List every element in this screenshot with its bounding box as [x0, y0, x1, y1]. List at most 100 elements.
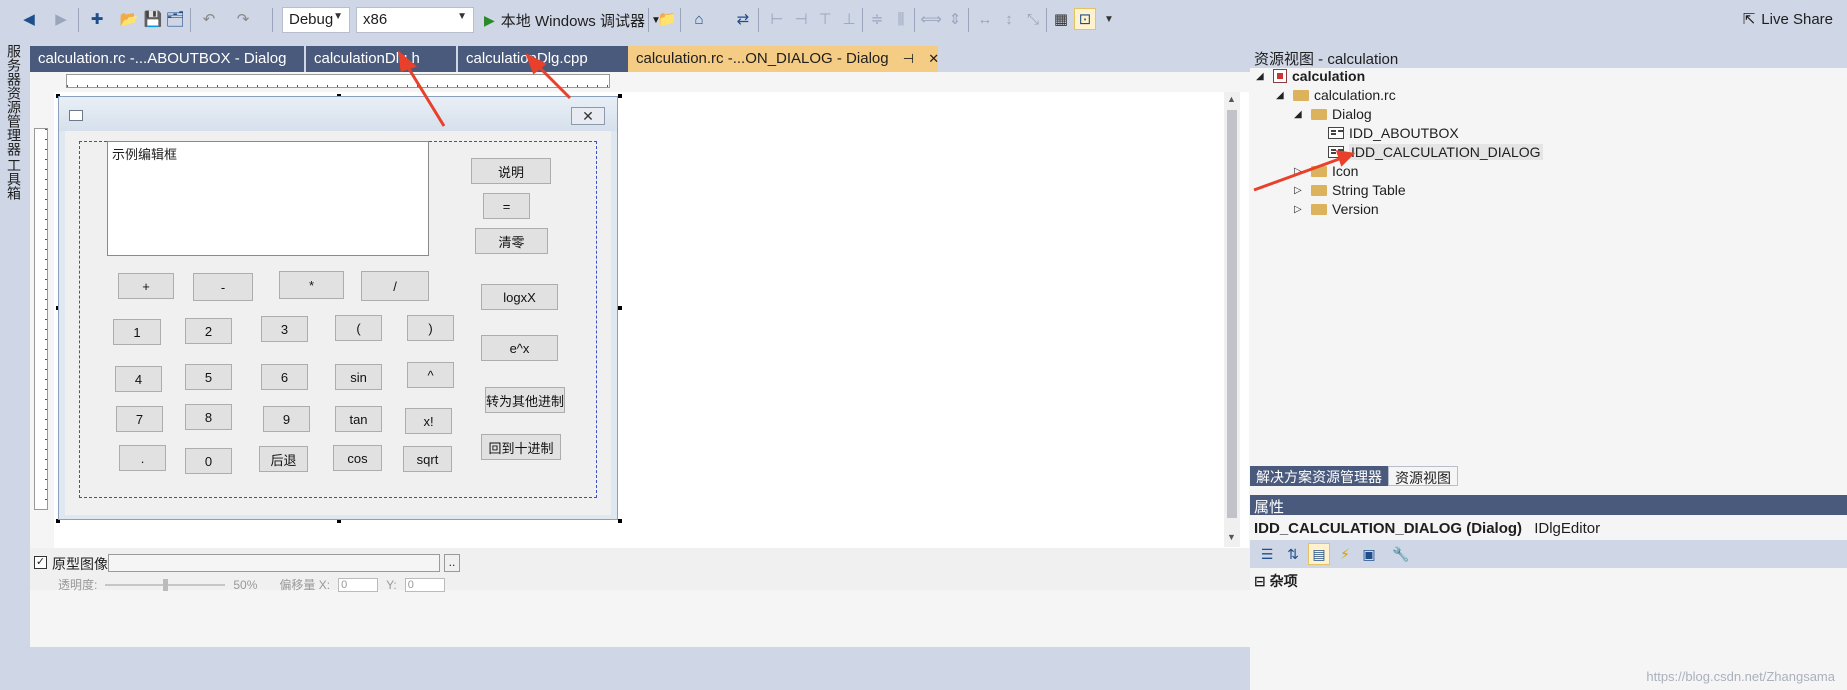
digit-8-button[interactable]: 8 — [185, 404, 232, 430]
digit-2-button[interactable]: 2 — [185, 318, 232, 344]
sin-button[interactable]: sin — [335, 364, 382, 390]
calculation-dialog[interactable]: ✕ 示例编辑框 说明 = 清零 + - * / logxX 1 2 3 ( ) … — [58, 96, 618, 520]
plus-button[interactable]: + — [118, 273, 174, 299]
configuration-dropdown[interactable]: Debug ▼ — [282, 7, 350, 33]
pin-icon[interactable]: ⊣ — [903, 51, 914, 66]
undo-icon[interactable]: ↶ — [198, 8, 220, 30]
collapse-icon[interactable]: ◢ — [1256, 71, 1268, 82]
align-right-icon[interactable]: ⊣ — [790, 8, 812, 30]
prototype-image-browse-button[interactable]: .. — [444, 554, 460, 572]
equals-button[interactable]: = — [483, 193, 530, 219]
expand-icon[interactable]: ▷ — [1294, 204, 1306, 215]
tree-item-idd-aboutbox[interactable]: IDD_ABOUTBOX — [1328, 125, 1459, 141]
tree-item-icon[interactable]: ▷ Icon — [1294, 163, 1358, 179]
factorial-button[interactable]: x! — [405, 408, 452, 434]
tree-item-string-table[interactable]: ▷ String Table — [1294, 182, 1406, 198]
tab-calculation-dialog[interactable]: calculation.rc -...ON_DIALOG - Dialog ⊣ … — [628, 46, 939, 72]
center-vertical-icon[interactable]: ≑ — [866, 8, 888, 30]
digit-9-button[interactable]: 9 — [263, 406, 310, 432]
tree-item-idd-calculation-dialog[interactable]: IDD_CALCULATION_DIALOG — [1328, 144, 1543, 160]
dialog-close-button[interactable]: ✕ — [571, 107, 605, 125]
horizontal-ruler[interactable] — [66, 74, 610, 88]
divide-button[interactable]: / — [361, 271, 429, 301]
find-in-files-icon[interactable]: 📁 — [656, 8, 678, 30]
sqrt-button[interactable]: sqrt — [403, 446, 452, 472]
tree-item-version[interactable]: ▷ Version — [1294, 201, 1379, 217]
space-across-icon[interactable]: ⟺ — [920, 8, 942, 30]
digit-6-button[interactable]: 6 — [261, 364, 308, 390]
scrollbar-thumb[interactable] — [1227, 110, 1237, 518]
save-all-icon[interactable]: 🗂 — [164, 8, 186, 30]
platform-dropdown[interactable]: x86 ▼ — [356, 7, 474, 33]
collapse-icon[interactable]: ◢ — [1276, 90, 1288, 101]
make-same-height-icon[interactable]: ↕ — [998, 8, 1020, 30]
prototype-image-path-field[interactable] — [108, 554, 440, 572]
explain-button[interactable]: 说明 — [471, 158, 551, 184]
opacity-slider[interactable] — [105, 578, 226, 591]
open-icon[interactable]: 📂 — [118, 8, 140, 30]
digit-0-button[interactable]: 0 — [185, 448, 232, 474]
selection-handle[interactable] — [618, 94, 622, 98]
tab-calculationdlg-cpp[interactable]: calculationDlg.cpp — [458, 46, 628, 72]
tree-item-calculation[interactable]: ◢ calculation — [1256, 68, 1365, 84]
tree-item-dialog[interactable]: ◢ Dialog — [1294, 106, 1372, 122]
slider-thumb[interactable] — [163, 578, 169, 591]
toggle-grid-icon[interactable]: ▦ — [1050, 8, 1072, 30]
exp-button[interactable]: e^x — [481, 335, 558, 361]
space-down-icon[interactable]: ⇕ — [944, 8, 966, 30]
offset-y-input[interactable]: 0 — [404, 577, 445, 592]
selection-handle[interactable] — [618, 519, 622, 523]
prototype-image-checkbox[interactable]: ✓ — [34, 556, 47, 569]
minus-button[interactable]: - — [193, 273, 253, 301]
properties-category-misc[interactable]: ⊟ 杂项 — [1250, 570, 1847, 590]
make-same-size-icon[interactable]: ⤡ — [1022, 8, 1044, 30]
new-project-icon[interactable]: ✚ — [86, 8, 108, 30]
digit-5-button[interactable]: 5 — [185, 364, 232, 390]
align-bottom-icon[interactable]: ⊥ — [838, 8, 860, 30]
start-debug-button[interactable]: ▶ 本地 Windows 调试器 ▼ — [484, 8, 661, 32]
expand-icon[interactable]: ▷ — [1294, 185, 1306, 196]
tan-button[interactable]: tan — [335, 406, 382, 432]
control-events-icon[interactable]: ⚡ — [1334, 543, 1356, 565]
convert-base-button[interactable]: 转为其他进制 — [485, 387, 565, 413]
cos-button[interactable]: cos — [333, 445, 382, 471]
test-dialog-icon[interactable]: ⌂ — [688, 8, 710, 30]
center-horizontal-icon[interactable]: ⫼ — [890, 8, 912, 30]
digit-4-button[interactable]: 4 — [115, 366, 162, 392]
back-icon[interactable]: ◀ — [18, 8, 40, 30]
tab-resource-view[interactable]: 资源视图 — [1388, 466, 1458, 486]
expand-icon[interactable]: ▷ — [1294, 166, 1306, 177]
dialog-titlebar[interactable]: ✕ — [59, 97, 617, 131]
wrench-icon[interactable]: 🔧 — [1390, 543, 1412, 565]
tab-solution-explorer[interactable]: 解决方案资源管理器 — [1250, 466, 1388, 486]
digit-3-button[interactable]: 3 — [261, 316, 308, 342]
tab-order-icon[interactable]: ⇄ — [732, 8, 754, 30]
redo-icon[interactable]: ↷ — [232, 8, 254, 30]
toolbox-tab[interactable]: 工具箱 — [4, 158, 24, 200]
tab-calculationdlg-h[interactable]: calculationDlg.h — [306, 46, 456, 72]
properties-object-selector[interactable]: IDD_CALCULATION_DIALOG (Dialog) IDlgEdit… — [1250, 516, 1847, 540]
logx-button[interactable]: logxX — [481, 284, 558, 310]
alphabetical-icon[interactable]: ⇅ — [1282, 543, 1304, 565]
digit-7-button[interactable]: 7 — [116, 406, 163, 432]
right-paren-button[interactable]: ) — [407, 315, 454, 341]
server-explorer-tab[interactable]: 服务器资源管理器 — [4, 44, 24, 156]
back-to-decimal-button[interactable]: 回到十进制 — [481, 434, 561, 460]
clear-button[interactable]: 清零 — [475, 228, 548, 254]
properties-icon[interactable]: ▤ — [1308, 543, 1330, 565]
collapse-icon[interactable]: ◢ — [1294, 109, 1306, 120]
close-icon[interactable]: ✕ — [928, 51, 939, 66]
scroll-down-icon[interactable]: ▼ — [1227, 532, 1236, 542]
decimal-point-button[interactable]: . — [119, 445, 166, 471]
power-button[interactable]: ^ — [407, 362, 454, 388]
messages-icon[interactable]: ▣ — [1358, 543, 1380, 565]
save-icon[interactable]: 💾 — [142, 8, 164, 30]
categorized-icon[interactable]: ☰ — [1256, 543, 1278, 565]
align-top-icon[interactable]: ⊤ — [814, 8, 836, 30]
vertical-ruler[interactable] — [34, 128, 48, 510]
chevron-down-icon[interactable]: ▼ — [1098, 8, 1120, 30]
live-share-button[interactable]: ⇱ Live Share — [1743, 10, 1833, 29]
edit-box[interactable]: 示例编辑框 — [107, 141, 429, 256]
forward-icon[interactable]: ▶ — [50, 8, 72, 30]
tree-item-calculation-rc[interactable]: ◢ calculation.rc — [1276, 87, 1396, 103]
